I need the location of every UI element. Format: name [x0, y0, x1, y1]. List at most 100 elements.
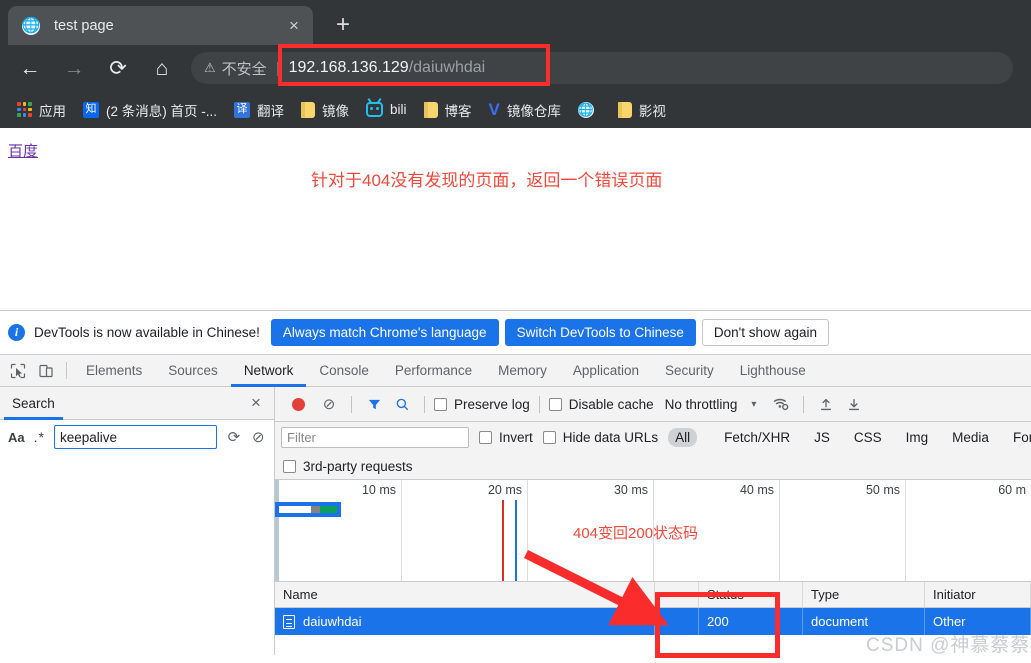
- checkbox-box: [479, 430, 492, 444]
- bookmark-label: 镜像仓库: [506, 103, 561, 119]
- clear-search-icon[interactable]: ⊘: [251, 428, 266, 446]
- overview-annotation-text: 404变回200状态码: [573, 525, 699, 542]
- tab-close-icon[interactable]: ×: [283, 15, 305, 37]
- cell-blank: [655, 608, 699, 635]
- timeline-segment-waiting: [279, 506, 311, 513]
- network-overview-timeline[interactable]: 10 ms 20 ms 30 ms 40 ms 50 ms 60 m 404变回…: [275, 480, 1031, 582]
- tab-memory[interactable]: Memory: [485, 355, 560, 386]
- devtools-body: Search × Aa .* ⟳ ⊘ ⊘: [0, 387, 1031, 655]
- third-party-requests-label: 3rd-party requests: [303, 458, 413, 474]
- hide-data-urls-checkbox[interactable]: Hide data URLs: [542, 429, 659, 445]
- timeline-bar-segments: [278, 505, 338, 514]
- page-annotation-text: 针对于404没有发现的页面，返回一个错误页面: [311, 171, 663, 190]
- bilibili-icon: [366, 102, 383, 117]
- bookmark-globe[interactable]: 🌐: [571, 97, 608, 123]
- bookmark-label: 翻译: [257, 103, 284, 119]
- url-text: 192.168.136.129/daiuwhdai: [289, 59, 486, 77]
- timeline-left-handle[interactable]: [275, 480, 279, 581]
- search-pane-title[interactable]: Search: [4, 387, 63, 420]
- home-button-icon[interactable]: ⌂: [145, 51, 179, 85]
- tab-sources[interactable]: Sources: [155, 355, 231, 386]
- always-match-language-button[interactable]: Always match Chrome's language: [270, 319, 499, 346]
- column-header-type[interactable]: Type: [803, 582, 925, 607]
- search-input[interactable]: [53, 425, 218, 449]
- disable-cache-checkbox[interactable]: Disable cache: [548, 397, 654, 412]
- filter-input[interactable]: [281, 426, 469, 448]
- tab-network[interactable]: Network: [230, 355, 307, 387]
- dont-show-again-button[interactable]: Don't show again: [701, 319, 830, 346]
- resource-type-media[interactable]: Media: [945, 428, 996, 447]
- reload-button-icon[interactable]: ⟳: [101, 51, 135, 85]
- bookmark-blog-folder[interactable]: 博客: [417, 97, 479, 123]
- invert-label: Invert: [499, 429, 533, 445]
- banner-message: DevTools is now available in Chinese!: [34, 325, 260, 340]
- regex-icon[interactable]: .*: [34, 429, 45, 445]
- bookmarks-bar: 应用 知 (2 条消息) 首页 -... 译 翻译 镜像 bili 博客 V 镜…: [0, 91, 1031, 128]
- import-har-icon[interactable]: [813, 391, 839, 417]
- address-bar[interactable]: ⚠ 不安全 | 192.168.136.129/daiuwhdai: [191, 52, 1013, 84]
- preserve-log-checkbox[interactable]: Preserve log: [434, 397, 530, 412]
- refresh-icon[interactable]: ⟳: [226, 428, 241, 446]
- browser-chrome: 🌐 test page × + ← → ⟳ ⌂ ⚠ 不安全 | 192.168.…: [0, 0, 1031, 128]
- resource-type-img[interactable]: Img: [899, 428, 936, 447]
- switch-devtools-language-button[interactable]: Switch DevTools to Chinese: [504, 319, 696, 346]
- search-icon[interactable]: [389, 391, 415, 417]
- resource-type-all[interactable]: All: [668, 427, 698, 447]
- devtools-tab-bar: Elements Sources Network Console Perform…: [0, 355, 1031, 387]
- filter-funnel-icon[interactable]: [361, 391, 387, 417]
- bookmark-bili[interactable]: bili: [359, 97, 414, 123]
- resource-type-font[interactable]: Font: [1006, 428, 1031, 447]
- chevron-down-icon[interactable]: ▾: [751, 399, 756, 410]
- column-header-blank[interactable]: [655, 582, 699, 607]
- folder-icon: [617, 101, 632, 118]
- record-button[interactable]: [292, 397, 305, 411]
- timeline-request-bar: [275, 502, 341, 517]
- bookmark-apps[interactable]: 应用: [10, 97, 73, 123]
- throttling-select[interactable]: No throttling: [665, 397, 738, 412]
- zhihu-icon: 知: [83, 101, 99, 118]
- bookmark-mirror-repo[interactable]: V 镜像仓库: [482, 97, 568, 123]
- export-har-icon[interactable]: [841, 391, 867, 417]
- inspect-element-icon[interactable]: [4, 355, 32, 386]
- security-status-label[interactable]: 不安全: [222, 58, 267, 79]
- tab-application[interactable]: Application: [560, 355, 652, 386]
- close-icon[interactable]: ×: [246, 393, 266, 413]
- network-conditions-icon[interactable]: [768, 391, 794, 417]
- tab-console[interactable]: Console: [306, 355, 382, 386]
- tab-performance[interactable]: Performance: [382, 355, 485, 386]
- match-case-icon[interactable]: Aa: [8, 430, 25, 445]
- invert-checkbox[interactable]: Invert: [479, 430, 533, 445]
- tab-elements[interactable]: Elements: [73, 355, 155, 386]
- not-secure-warning-icon: ⚠: [204, 60, 216, 75]
- bookmark-mirror-folder[interactable]: 镜像: [294, 97, 356, 123]
- forward-button-icon: →: [63, 56, 85, 80]
- resource-type-js[interactable]: JS: [807, 428, 837, 447]
- bookmark-video-folder[interactable]: 影视: [611, 97, 673, 123]
- tab-security[interactable]: Security: [652, 355, 727, 386]
- resource-type-fetch-xhr[interactable]: Fetch/XHR: [717, 428, 797, 447]
- bookmark-translate[interactable]: 译 翻译: [227, 97, 291, 123]
- hide-data-urls-label: Hide data URLs: [562, 429, 659, 445]
- browser-tab[interactable]: 🌐 test page ×: [8, 6, 313, 45]
- bookmark-label: 镜像: [322, 103, 349, 119]
- baidu-link[interactable]: 百度: [8, 140, 38, 161]
- omnibox-divider: |: [275, 59, 280, 77]
- back-button-icon[interactable]: ←: [13, 51, 47, 85]
- tab-lighthouse[interactable]: Lighthouse: [727, 355, 819, 386]
- bookmark-label: 应用: [39, 103, 66, 119]
- clear-network-log-icon[interactable]: ⊘: [316, 391, 342, 417]
- tab-favicon-globe-icon: 🌐: [21, 16, 41, 35]
- dom-content-loaded-marker: [502, 500, 504, 581]
- column-header-name[interactable]: Name: [275, 582, 655, 607]
- bookmark-zhihu[interactable]: 知 (2 条消息) 首页 -...: [76, 97, 224, 123]
- third-party-requests-checkbox[interactable]: 3rd-party requests: [283, 459, 413, 474]
- resource-type-css[interactable]: CSS: [847, 428, 889, 447]
- checkbox-box: [542, 430, 556, 444]
- device-toolbar-icon[interactable]: [32, 355, 60, 386]
- timeline-segment-stalled: [311, 506, 320, 513]
- new-tab-button[interactable]: +: [326, 8, 360, 42]
- column-header-status[interactable]: Status: [699, 582, 803, 607]
- column-header-initiator[interactable]: Initiator: [925, 582, 1031, 607]
- folder-icon: [423, 101, 438, 118]
- network-toolbar: ⊘ Preserve log Disable cache No throttli…: [275, 387, 1031, 422]
